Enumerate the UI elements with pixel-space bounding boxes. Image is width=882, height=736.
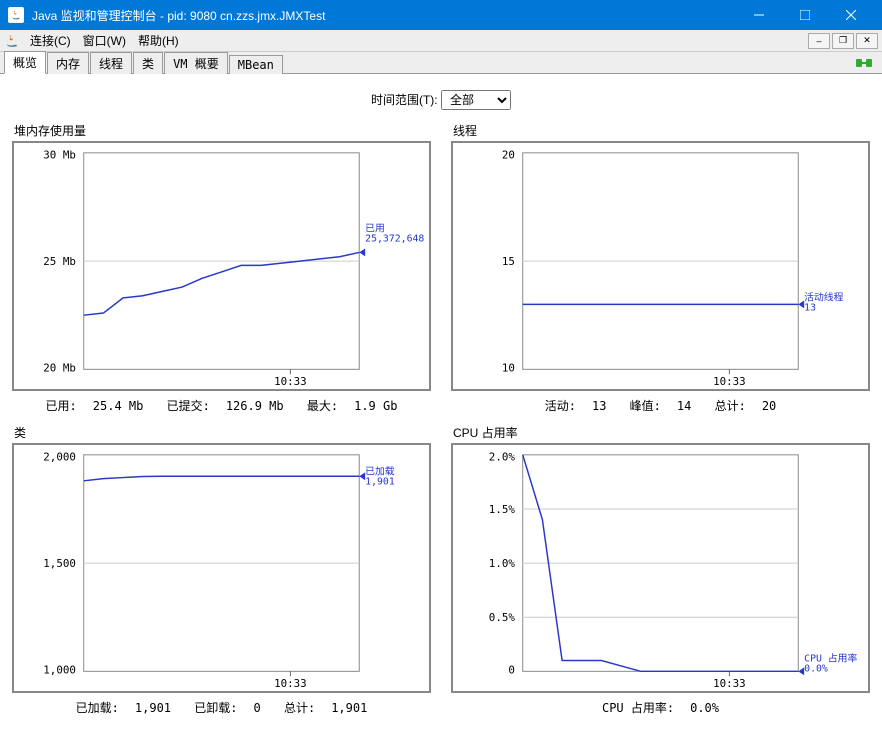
menu-connection[interactable]: 连接(C) xyxy=(24,30,77,51)
minimize-button[interactable] xyxy=(736,0,782,30)
svg-text:25,372,648: 25,372,648 xyxy=(365,233,424,244)
mdi-close-button[interactable]: ✕ xyxy=(856,33,878,49)
mdi-minimize-button[interactable]: – xyxy=(808,33,830,49)
svg-text:1,500: 1,500 xyxy=(43,557,76,570)
tab-overview[interactable]: 概览 xyxy=(4,51,46,74)
chart-svg-classes: 2,000 1,500 1,000 10:33 已加载 1,901 xyxy=(14,445,429,691)
svg-text:30 Mb: 30 Mb xyxy=(43,149,76,162)
chart-stats-cpu: CPU 占用率:0.0% xyxy=(451,699,870,716)
tab-threads[interactable]: 线程 xyxy=(90,52,132,74)
chart-title-classes: 类 xyxy=(12,424,431,441)
svg-text:25 Mb: 25 Mb xyxy=(43,255,76,268)
svg-text:10:33: 10:33 xyxy=(274,677,307,690)
tab-classes[interactable]: 类 xyxy=(133,52,163,74)
svg-text:13: 13 xyxy=(804,302,816,313)
svg-text:2,000: 2,000 xyxy=(43,451,76,464)
svg-text:1.5%: 1.5% xyxy=(489,503,516,516)
connection-status-icon xyxy=(854,55,874,71)
chart-box-threads[interactable]: 20 15 10 10:33 活动线程 13 xyxy=(451,141,870,391)
window-title: Java 监视和管理控制台 - pid: 9080 cn.zzs.jmx.JMX… xyxy=(32,7,736,24)
chart-title-heap: 堆内存使用量 xyxy=(12,122,431,139)
timerange-row: 时间范围(T): 全部 xyxy=(12,90,870,110)
chart-stats-heap: 已用:25.4 Mb 已提交:126.9 Mb 最大:1.9 Gb xyxy=(12,397,431,414)
chart-stats-threads: 活动:13 峰值:14 总计:20 xyxy=(451,397,870,414)
svg-text:0.0%: 0.0% xyxy=(804,663,828,674)
svg-text:20 Mb: 20 Mb xyxy=(43,361,76,374)
java-icon-small xyxy=(4,33,20,49)
tab-vm[interactable]: VM 概要 xyxy=(164,52,228,74)
chart-svg-threads: 20 15 10 10:33 活动线程 13 xyxy=(453,143,868,389)
timerange-label: 时间范围(T): xyxy=(371,93,438,107)
svg-text:2.0%: 2.0% xyxy=(489,451,516,464)
menu-window[interactable]: 窗口(W) xyxy=(77,30,132,51)
menu-help[interactable]: 帮助(H) xyxy=(132,30,185,51)
svg-text:15: 15 xyxy=(502,255,515,268)
tab-memory[interactable]: 内存 xyxy=(47,52,89,74)
java-icon xyxy=(8,7,24,23)
chart-svg-heap: 30 Mb 25 Mb 20 Mb 10:33 已用 25,372,648 xyxy=(14,143,429,389)
maximize-button[interactable] xyxy=(782,0,828,30)
svg-text:1.0%: 1.0% xyxy=(489,557,516,570)
chart-box-classes[interactable]: 2,000 1,500 1,000 10:33 已加载 1,901 xyxy=(12,443,431,693)
chart-svg-cpu: 2.0% 1.5% 1.0% 0.5% 0 10:33 CPU 占用率 0.0% xyxy=(453,445,868,691)
tabbar: 概览 内存 线程 类 VM 概要 MBean xyxy=(0,52,882,74)
svg-text:10:33: 10:33 xyxy=(274,375,307,388)
content-area: 时间范围(T): 全部 堆内存使用量 30 Mb 25 Mb 20 Mb 10:… xyxy=(0,74,882,724)
timerange-select[interactable]: 全部 xyxy=(441,90,511,110)
chart-panel-classes: 类 2,000 1,500 1,000 10:33 已加载 1,901 已加 xyxy=(12,424,431,716)
titlebar: Java 监视和管理控制台 - pid: 9080 cn.zzs.jmx.JMX… xyxy=(0,0,882,30)
chart-stats-classes: 已加载:1,901 已卸载:0 总计:1,901 xyxy=(12,699,431,716)
chart-box-heap[interactable]: 30 Mb 25 Mb 20 Mb 10:33 已用 25,372,648 xyxy=(12,141,431,391)
tab-mbean[interactable]: MBean xyxy=(229,55,283,74)
svg-text:10: 10 xyxy=(502,361,515,374)
window-controls xyxy=(736,0,874,30)
svg-text:0.5%: 0.5% xyxy=(489,611,516,624)
chart-panel-cpu: CPU 占用率 2.0% 1.5% 1.0% 0.5% 0 10:33 C xyxy=(451,424,870,716)
charts-grid: 堆内存使用量 30 Mb 25 Mb 20 Mb 10:33 已用 25,372… xyxy=(12,122,870,716)
chart-panel-heap: 堆内存使用量 30 Mb 25 Mb 20 Mb 10:33 已用 25,372… xyxy=(12,122,431,414)
chart-title-cpu: CPU 占用率 xyxy=(451,424,870,441)
svg-text:20: 20 xyxy=(502,149,515,162)
mdi-restore-button[interactable]: ❐ xyxy=(832,33,854,49)
chart-panel-threads: 线程 20 15 10 10:33 活动线程 13 活动:13 xyxy=(451,122,870,414)
svg-text:0: 0 xyxy=(508,663,515,676)
svg-text:10:33: 10:33 xyxy=(713,375,746,388)
svg-text:1,000: 1,000 xyxy=(43,663,76,676)
menubar: 连接(C) 窗口(W) 帮助(H) – ❐ ✕ xyxy=(0,30,882,52)
chart-title-threads: 线程 xyxy=(451,122,870,139)
svg-text:10:33: 10:33 xyxy=(713,677,746,690)
close-button[interactable] xyxy=(828,0,874,30)
svg-text:1,901: 1,901 xyxy=(365,476,395,487)
chart-box-cpu[interactable]: 2.0% 1.5% 1.0% 0.5% 0 10:33 CPU 占用率 0.0% xyxy=(451,443,870,693)
